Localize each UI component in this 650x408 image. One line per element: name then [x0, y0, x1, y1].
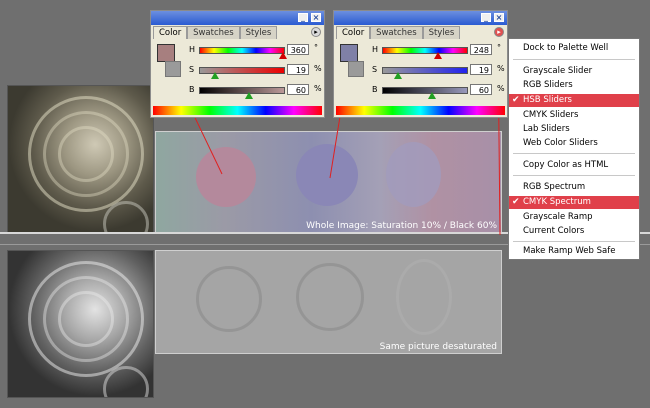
- hue-slider[interactable]: [199, 47, 285, 54]
- menu-separator: [513, 175, 635, 176]
- palette-options-menu: Dock to Palette Well Grayscale Slider RG…: [508, 38, 640, 260]
- saturation-slider-thumb[interactable]: [394, 72, 402, 79]
- menu-item-grayscale-ramp[interactable]: Grayscale Ramp: [509, 211, 639, 224]
- checkmark-icon: ✔: [512, 197, 520, 207]
- brightness-value-field[interactable]: 60: [470, 84, 492, 95]
- foreground-color-swatch[interactable]: [157, 44, 175, 62]
- menu-item-web-color-sliders[interactable]: Web Color Sliders: [509, 137, 639, 150]
- degree-unit: °: [497, 43, 501, 52]
- foreground-color-swatch[interactable]: [340, 44, 358, 62]
- close-icon[interactable]: ×: [311, 13, 321, 22]
- s-label: S: [189, 65, 195, 74]
- hue-slider-thumb[interactable]: [279, 52, 287, 59]
- menu-separator: [513, 153, 635, 154]
- s-label: S: [372, 65, 378, 74]
- hue-value-field[interactable]: 248: [470, 44, 492, 55]
- color-ramp[interactable]: [336, 106, 505, 115]
- b-label: B: [372, 85, 378, 94]
- menu-item-make-ramp-web-safe[interactable]: Make Ramp Web Safe: [509, 245, 639, 258]
- close-icon[interactable]: ×: [494, 13, 504, 22]
- percent-unit: %: [314, 84, 322, 93]
- percent-unit: %: [497, 84, 505, 93]
- brightness-slider-thumb[interactable]: [245, 92, 253, 99]
- menu-item-cmyk-spectrum[interactable]: CMYK Spectrum: [509, 196, 639, 209]
- color-palette-hsb-blue: _ × Color Swatches Styles ▸ H 248 ° S 19…: [333, 10, 508, 118]
- percent-unit: %: [314, 64, 322, 73]
- b-label: B: [189, 85, 195, 94]
- degree-unit: °: [314, 43, 318, 52]
- tab-color[interactable]: Color: [336, 26, 371, 39]
- tab-color[interactable]: Color: [153, 26, 188, 39]
- color-palette-hsb-red: _ × Color Swatches Styles ▸ H 360 ° S 19…: [150, 10, 325, 118]
- background-color-swatch[interactable]: [165, 61, 181, 77]
- menu-item-copy-color-as-html[interactable]: Copy Color as HTML: [509, 159, 639, 172]
- hue-value-field[interactable]: 360: [287, 44, 309, 55]
- checkmark-icon: ✔: [512, 95, 520, 105]
- menu-separator: [513, 59, 635, 60]
- palette-menu-arrow-icon[interactable]: ▸: [494, 27, 504, 37]
- brightness-slider[interactable]: [199, 87, 285, 94]
- menu-item-current-colors[interactable]: Current Colors: [509, 225, 639, 238]
- h-label: H: [372, 45, 379, 54]
- h-label: H: [189, 45, 196, 54]
- palette-titlebar[interactable]: _ ×: [151, 11, 324, 25]
- menu-item-rgb-spectrum[interactable]: RGB Spectrum: [509, 181, 639, 194]
- menu-item-rgb-sliders[interactable]: RGB Sliders: [509, 79, 639, 92]
- color-ramp[interactable]: [153, 106, 322, 115]
- palette-menu-arrow-icon[interactable]: ▸: [311, 27, 321, 37]
- tab-swatches[interactable]: Swatches: [370, 26, 423, 39]
- palette-titlebar[interactable]: _ ×: [334, 11, 507, 25]
- brightness-slider-thumb[interactable]: [428, 92, 436, 99]
- saturation-value-field[interactable]: 19: [287, 64, 309, 75]
- hue-slider-thumb[interactable]: [434, 52, 442, 59]
- menu-item-hsb-sliders[interactable]: HSB Sliders: [509, 94, 639, 107]
- minimize-icon[interactable]: _: [481, 13, 491, 22]
- brightness-slider[interactable]: [382, 87, 468, 94]
- menu-item-lab-sliders[interactable]: Lab Sliders: [509, 123, 639, 136]
- saturation-value-field[interactable]: 19: [470, 64, 492, 75]
- percent-unit: %: [497, 64, 505, 73]
- menu-item-dock-to-palette-well[interactable]: Dock to Palette Well: [509, 42, 639, 55]
- tab-swatches[interactable]: Swatches: [187, 26, 240, 39]
- tab-styles[interactable]: Styles: [239, 26, 278, 39]
- menu-separator: [513, 241, 635, 242]
- menu-item-grayscale-slider[interactable]: Grayscale Slider: [509, 65, 639, 78]
- background-color-swatch[interactable]: [348, 61, 364, 77]
- minimize-icon[interactable]: _: [298, 13, 308, 22]
- hue-slider[interactable]: [382, 47, 468, 54]
- brightness-value-field[interactable]: 60: [287, 84, 309, 95]
- menu-item-cmyk-sliders[interactable]: CMYK Sliders: [509, 109, 639, 122]
- tab-styles[interactable]: Styles: [422, 26, 461, 39]
- saturation-slider-thumb[interactable]: [211, 72, 219, 79]
